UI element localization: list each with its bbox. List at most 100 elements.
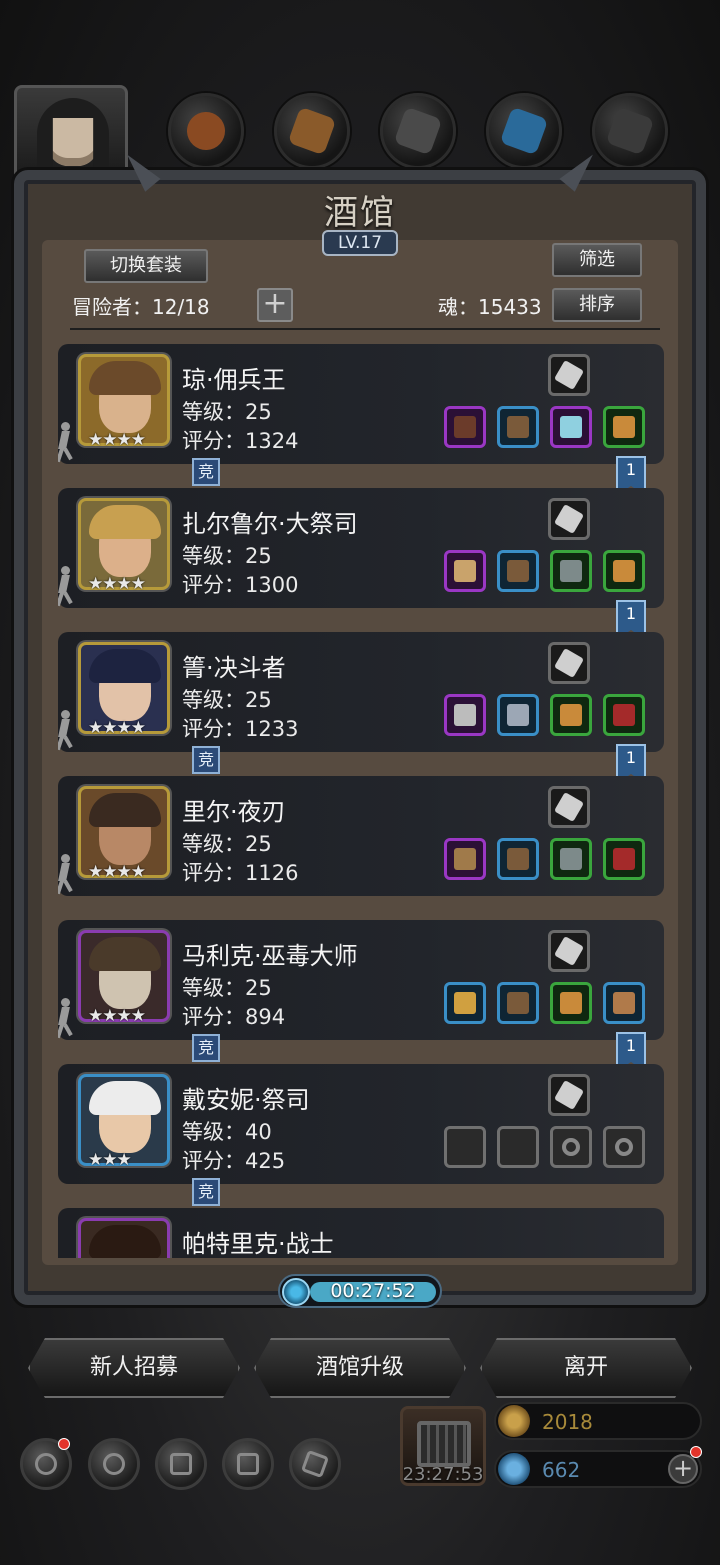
- feather-icon[interactable]: [548, 786, 590, 828]
- equip-slot-ring-icon[interactable]: [603, 1126, 645, 1168]
- equip-slot-ring-icon[interactable]: [550, 550, 592, 592]
- tavern-level-badge: LV.17: [322, 230, 398, 256]
- equip-slot-ring-icon[interactable]: [550, 1126, 592, 1168]
- equip-slot-amulet-icon[interactable]: [603, 838, 645, 880]
- equip-slot-plank-icon[interactable]: [603, 982, 645, 1024]
- notification-dot: [58, 1438, 70, 1450]
- equip-slot-plate-armor-icon[interactable]: [497, 694, 539, 736]
- hero-name: 箐·决斗者: [182, 654, 286, 682]
- add-adventurer-button[interactable]: +: [257, 288, 293, 322]
- hero-level: 等级：40: [182, 1120, 272, 1144]
- hero-name: 戴安妮·祭司: [182, 1086, 310, 1114]
- handshake-icon[interactable]: [289, 1438, 341, 1490]
- whip-icon[interactable]: [548, 642, 590, 684]
- castle-icon[interactable]: [155, 1438, 207, 1490]
- equip-slot-chest-armor-icon[interactable]: [603, 550, 645, 592]
- hero-card[interactable]: ★★★★ 里尔·夜刃等级：25 评分：1126: [58, 776, 664, 896]
- crystal-orb-icon[interactable]: [486, 93, 562, 169]
- running-figure-icon: [58, 566, 74, 607]
- switch-outfit-button[interactable]: 切换套装: [84, 249, 208, 283]
- running-figure-icon: [58, 422, 74, 463]
- soul-count: 魂：15433: [438, 295, 542, 319]
- sort-button[interactable]: 排序: [552, 288, 642, 322]
- achievements-icon[interactable]: [88, 1438, 140, 1490]
- gem-counter: 662 +: [494, 1450, 702, 1488]
- equip-slot-armor-icon[interactable]: [497, 406, 539, 448]
- iron-orb-icon[interactable]: [592, 93, 668, 169]
- hero-name: 帕特里克·战士: [182, 1230, 334, 1258]
- hero-score: 评分：1233: [182, 717, 299, 741]
- mail-icon[interactable]: [222, 1438, 274, 1490]
- hero-level: 等级：25: [182, 400, 272, 424]
- star-rating: ★★★: [88, 1150, 132, 1170]
- hero-name: 扎尔鲁尔·大祭司: [182, 510, 358, 538]
- equip-slot-chest-armor-icon[interactable]: [603, 406, 645, 448]
- gold-counter: 2018: [494, 1402, 702, 1440]
- equip-slot-hammer-icon[interactable]: [444, 550, 486, 592]
- hero-card[interactable]: ★★★★ 马利克·巫毒大师等级：25 评分：894: [58, 920, 664, 1040]
- equip-slot-armor-icon[interactable]: [497, 838, 539, 880]
- star-rating: ★★★★: [88, 718, 146, 738]
- star-rating: ★★★★: [88, 574, 146, 594]
- hero-name: 马利克·巫毒大师: [182, 942, 358, 970]
- hero-portrait[interactable]: [78, 1218, 170, 1258]
- hero-score: 评分：425: [182, 1149, 286, 1173]
- equip-slot-gem-icon[interactable]: [550, 406, 592, 448]
- leave-button[interactable]: 离开: [480, 1338, 692, 1398]
- hero-card[interactable]: ★★★★ 扎尔鲁尔·大祭司等级：25 评分：1300: [58, 488, 664, 608]
- running-figure-icon: [58, 710, 74, 751]
- refresh-timer: 00:27:52: [278, 1274, 442, 1308]
- chest-timer: 23:27:53: [402, 1464, 484, 1485]
- timer-text: 00:27:52: [330, 1280, 416, 1302]
- hero-level: 等级：25: [182, 976, 272, 1000]
- equip-slot-rifle-icon[interactable]: [444, 406, 486, 448]
- equip-slot-sword-icon[interactable]: [444, 694, 486, 736]
- hero-card[interactable]: ★★★★ 琼·佣兵王等级：25 评分：1324: [58, 344, 664, 464]
- equip-slot-armor-icon[interactable]: [497, 982, 539, 1024]
- equip-slot-ring-icon[interactable]: [550, 838, 592, 880]
- hero-score: 评分：1300: [182, 573, 299, 597]
- crystal-icon[interactable]: [548, 354, 590, 396]
- equip-slot-chest-armor-icon[interactable]: [550, 982, 592, 1024]
- star-rating: ★★★★: [88, 862, 146, 882]
- gold-coin-icon: [498, 1405, 530, 1437]
- recruit-button[interactable]: 新人招募: [28, 1338, 240, 1398]
- rune-icon[interactable]: [548, 1074, 590, 1116]
- add-gems-button[interactable]: +: [668, 1454, 698, 1484]
- clock-icon: [282, 1278, 310, 1306]
- equip-slot-dagger-icon[interactable]: [444, 838, 486, 880]
- hero-card[interactable]: 帕特里克·战士: [58, 1208, 664, 1258]
- hero-score: 评分：894: [182, 1005, 286, 1029]
- hero-score: 评分：1126: [182, 861, 299, 885]
- hero-score: 评分：1324: [182, 429, 299, 453]
- wood-orb-icon[interactable]: [274, 93, 350, 169]
- notification-dot: [690, 1446, 702, 1458]
- equip-slot-cloak-icon[interactable]: [497, 1126, 539, 1168]
- star-rating: ★★★★: [88, 1006, 146, 1026]
- hero-level: 等级：25: [182, 832, 272, 856]
- hero-list[interactable]: ★★★★ 琼·佣兵王 等级：25 评分：1324 竞 1 ★★★★ 扎尔鲁尔·大祭司 等级：25…: [58, 340, 664, 1258]
- hero-level: 等级：25: [182, 544, 272, 568]
- filter-button[interactable]: 筛选: [552, 243, 642, 277]
- hero-name: 里尔·夜刃: [182, 798, 286, 826]
- food-orb-icon[interactable]: [168, 93, 244, 169]
- stone-orb-icon[interactable]: [380, 93, 456, 169]
- adventurer-count: 冒险者：12/18: [72, 295, 210, 319]
- hero-name: 琼·佣兵王: [182, 366, 286, 394]
- running-figure-icon: [58, 998, 74, 1039]
- equip-slot-mace-icon[interactable]: [444, 1126, 486, 1168]
- hero-card[interactable]: ★★★★ 箐·决斗者等级：25 评分：1233: [58, 632, 664, 752]
- equip-slot-chest-armor-icon[interactable]: [550, 694, 592, 736]
- tablet-icon[interactable]: [548, 498, 590, 540]
- equip-slot-staff-icon[interactable]: [444, 982, 486, 1024]
- arena-tag: 竞: [192, 458, 220, 486]
- top-bar: [0, 85, 720, 193]
- upgrade-tavern-button[interactable]: 酒馆升级: [254, 1338, 466, 1398]
- page-title: 酒馆: [324, 193, 396, 233]
- star-rating: ★★★★: [88, 430, 146, 450]
- hero-card[interactable]: ★★★ 戴安妮·祭司等级：40 评分：425: [58, 1064, 664, 1184]
- equip-slot-armor-icon[interactable]: [497, 550, 539, 592]
- scroll-icon[interactable]: [548, 930, 590, 972]
- equip-slot-amulet-icon[interactable]: [603, 694, 645, 736]
- hero-level: 等级：25: [182, 688, 272, 712]
